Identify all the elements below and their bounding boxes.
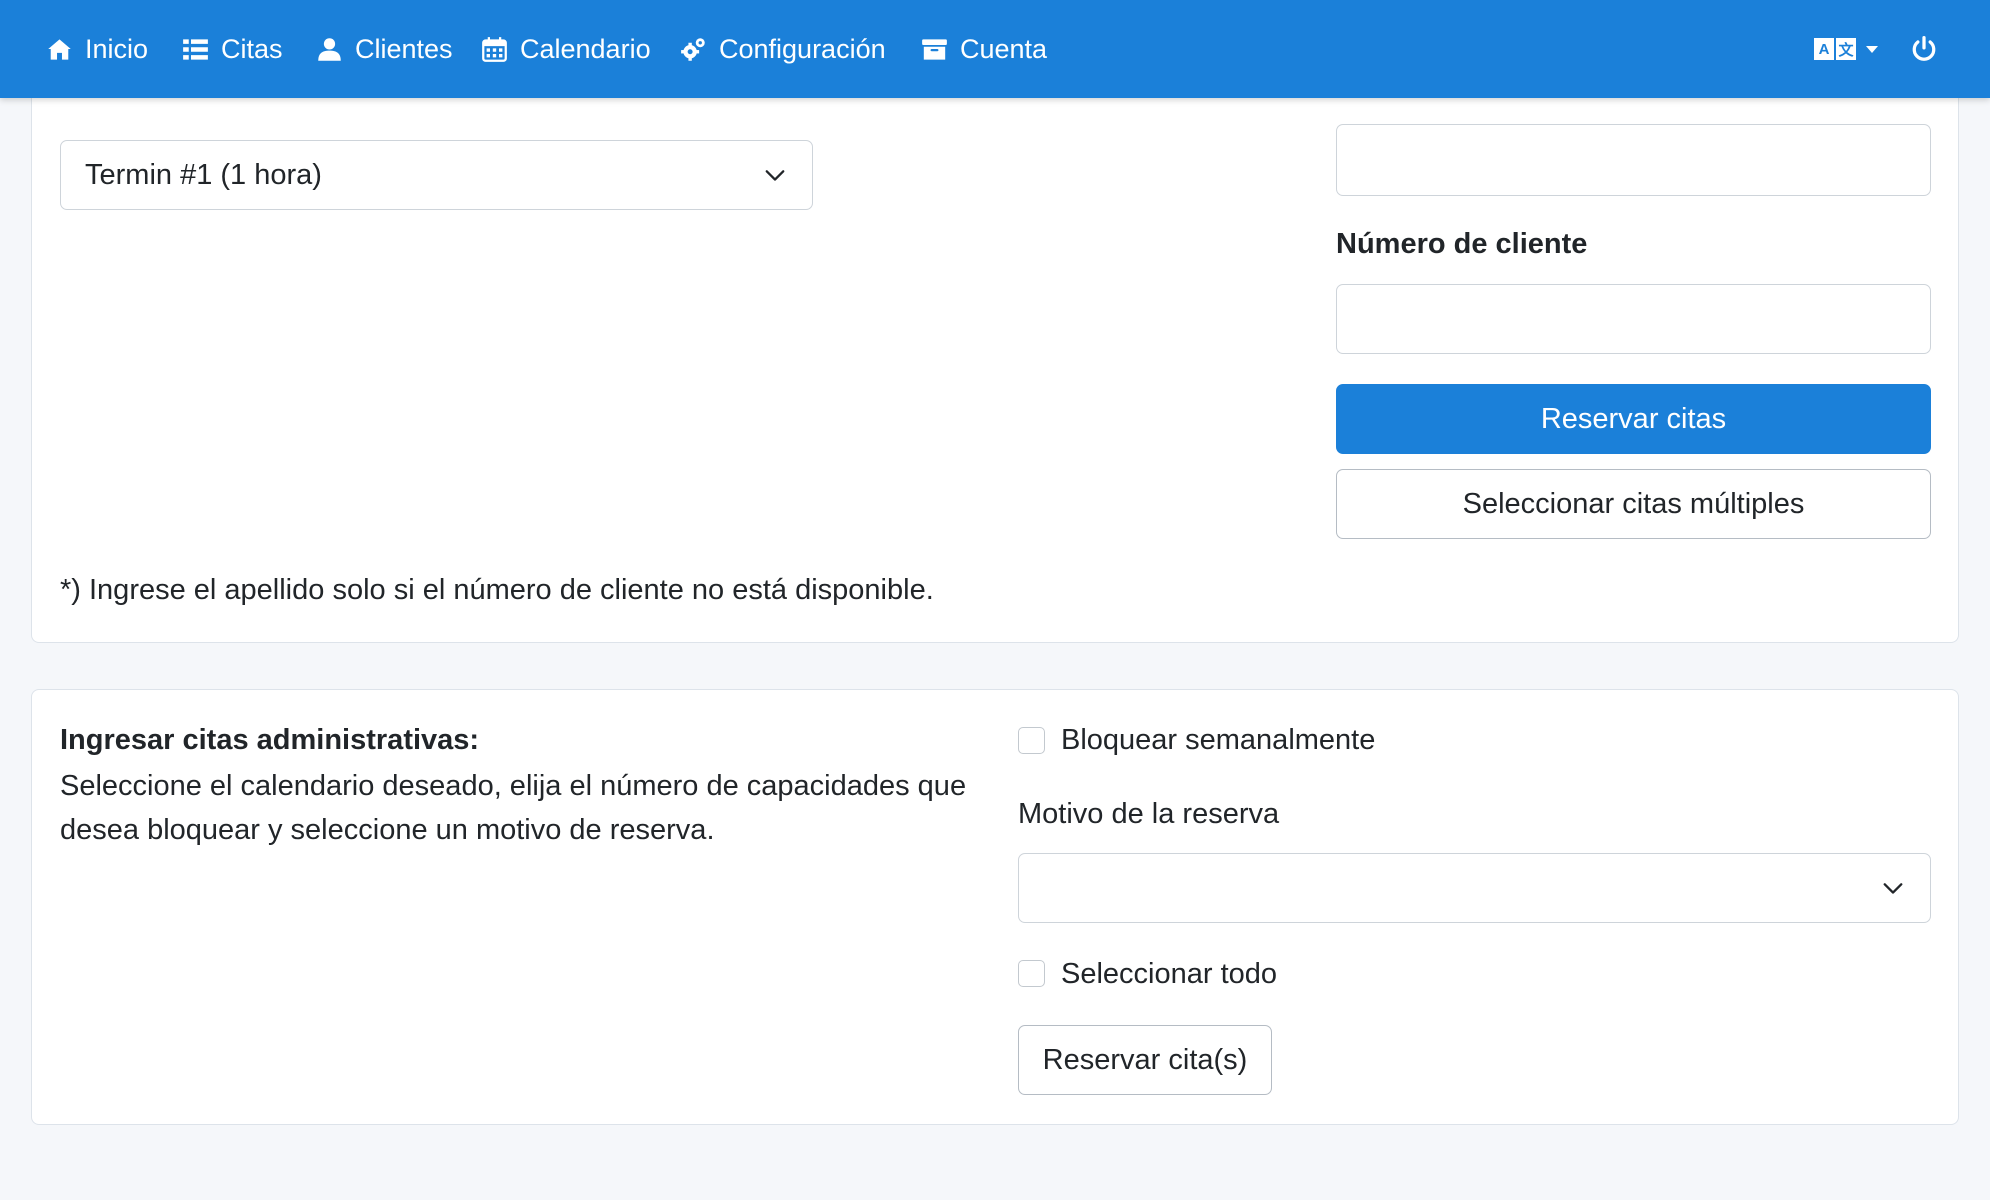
power-icon	[1912, 36, 1936, 61]
home-icon	[48, 38, 71, 60]
reason-select[interactable]	[1018, 853, 1931, 923]
admin-card-title: Ingresar citas administrativas:	[60, 724, 480, 756]
nav-item-configuracion[interactable]: Configuración	[680, 0, 886, 98]
reserve-appointments-button[interactable]: Reservar citas	[1336, 384, 1931, 454]
language-icon: A文	[1814, 38, 1856, 60]
reason-label: Motivo de la reserva	[1018, 798, 1280, 830]
archive-icon	[922, 38, 947, 60]
reserve-admin-appointments-button[interactable]: Reservar cita(s)	[1018, 1025, 1272, 1095]
nav-item-citas[interactable]: Citas	[182, 0, 283, 98]
chevron-down-icon	[765, 170, 785, 181]
nav-item-inicio[interactable]: Inicio	[46, 0, 148, 98]
caret-down-icon	[1866, 45, 1878, 53]
nav-item-label: Cuenta	[960, 33, 1048, 64]
chevron-down-icon	[1883, 883, 1903, 894]
nav-item-label: Clientes	[355, 33, 453, 64]
nav-item-label: Inicio	[85, 33, 149, 64]
nav-item-clientes[interactable]: Clientes	[316, 0, 453, 98]
cogs-icon	[681, 37, 705, 61]
select-multiple-appointments-button[interactable]: Seleccionar citas múltiples	[1336, 469, 1931, 539]
footnote-text: *) Ingrese el apellido solo si el número…	[60, 574, 934, 606]
top-navbar: Inicio Citas Clientes Calendario Configu…	[0, 0, 1990, 98]
nav-item-label: Configuración	[719, 33, 886, 64]
nav-item-label: Calendario	[520, 33, 651, 64]
nav-item-label: Citas	[221, 33, 283, 64]
block-weekly-checkbox[interactable]	[1018, 727, 1045, 754]
nav-item-cuenta[interactable]: Cuenta	[921, 0, 1047, 98]
last-name-field[interactable]	[1336, 124, 1931, 196]
nav-item-calendario[interactable]: Calendario	[481, 0, 651, 98]
appointment-type-select[interactable]: Termin #1 (1 hora)	[60, 140, 813, 210]
language-dropdown[interactable]: A文	[1814, 0, 1878, 98]
calendar-icon	[482, 36, 507, 62]
customer-number-label: Número de cliente	[1336, 228, 1588, 260]
customer-number-field[interactable]	[1336, 284, 1931, 354]
logout-button[interactable]	[1911, 0, 1937, 98]
admin-card-description: Seleccione el calendario deseado, elija …	[60, 770, 967, 846]
list-icon	[183, 38, 208, 60]
select-all-checkbox[interactable]	[1018, 960, 1045, 987]
user-icon	[318, 37, 341, 61]
appointment-type-value: Termin #1 (1 hora)	[85, 158, 322, 191]
block-weekly-label: Bloquear semanalmente	[1061, 724, 1376, 756]
select-all-label: Seleccionar todo	[1061, 958, 1278, 990]
